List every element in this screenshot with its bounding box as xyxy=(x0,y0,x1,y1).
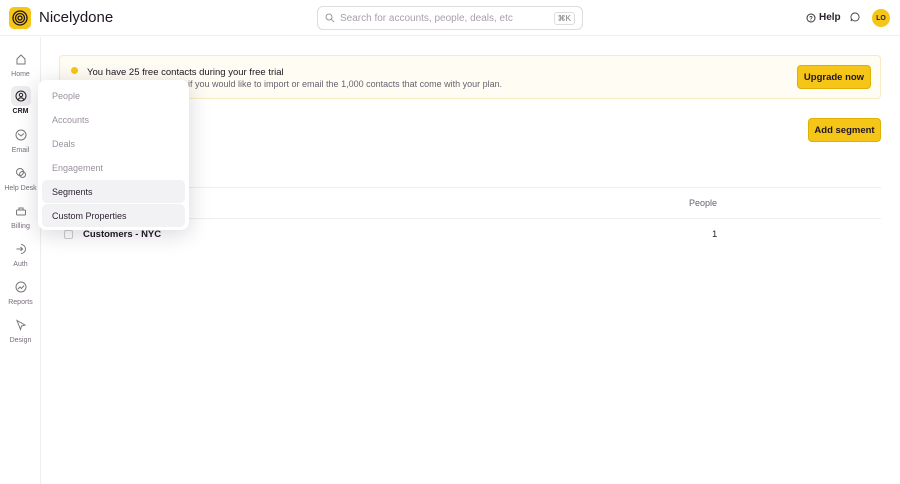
segment-name[interactable]: Customers - NYC xyxy=(83,229,161,240)
warning-dot-icon xyxy=(71,67,78,74)
banner-text: w if you would like to import or email t… xyxy=(179,79,503,89)
login-icon xyxy=(11,239,31,259)
menu-item-custom-properties[interactable]: Custom Properties xyxy=(42,204,185,227)
sidebar-item-reports[interactable]: Reports xyxy=(0,277,41,306)
search-icon xyxy=(325,13,335,23)
sidebar-item-label: Auth xyxy=(13,261,28,268)
email-icon xyxy=(11,125,31,145)
upgrade-now-button[interactable]: Upgrade now xyxy=(797,65,871,89)
sidebar-item-home[interactable]: Home xyxy=(0,49,41,78)
menu-item-segments[interactable]: Segments xyxy=(42,180,185,203)
search-input[interactable] xyxy=(340,12,550,24)
menu-item-accounts[interactable]: Accounts xyxy=(42,108,185,131)
sidebar-item-label: Design xyxy=(9,337,32,344)
sidebar-item-label: CRM xyxy=(12,108,29,115)
chat-bubbles-icon xyxy=(11,163,31,183)
app-title: Nicelydone xyxy=(39,9,114,26)
sidebar-item-billing[interactable]: Billing xyxy=(0,201,41,230)
chat-icon[interactable] xyxy=(850,12,860,22)
help-icon: ? xyxy=(806,13,816,22)
menu-item-people[interactable]: People xyxy=(42,84,185,107)
help-label: Help xyxy=(819,12,841,23)
chart-icon xyxy=(11,277,31,297)
svg-text:?: ? xyxy=(809,16,813,22)
column-header-people[interactable]: People xyxy=(689,198,717,208)
menu-item-engagement[interactable]: Engagement xyxy=(42,156,185,179)
help-button[interactable]: ? Help xyxy=(806,12,841,23)
sidebar-item-label: Help Desk xyxy=(4,185,37,192)
crm-dropdown-menu: People Accounts Deals Engagement Segment… xyxy=(38,80,189,230)
home-icon xyxy=(11,49,31,69)
sidebar-item-label: Email xyxy=(11,147,30,154)
cursor-icon xyxy=(11,315,31,335)
top-bar: Nicelydone ⌘K ? Help LO xyxy=(0,0,900,36)
banner-title: You have 25 free contacts during your fr… xyxy=(87,67,284,78)
people-count: 1 xyxy=(712,229,718,240)
add-segment-button[interactable]: Add segment xyxy=(808,118,881,142)
sidebar-item-design[interactable]: Design xyxy=(0,315,41,344)
sidebar-item-label: Home xyxy=(11,71,30,78)
sidebar-item-email[interactable]: Email xyxy=(0,125,41,154)
search-box[interactable]: ⌘K xyxy=(317,6,583,30)
sidebar: Home CRM Email Help Desk Billing Auth Re… xyxy=(0,37,41,484)
sidebar-item-crm[interactable]: CRM xyxy=(0,86,41,115)
billing-icon xyxy=(11,201,31,221)
user-circle-icon xyxy=(10,86,31,106)
sidebar-item-auth[interactable]: Auth xyxy=(0,239,41,268)
avatar[interactable]: LO xyxy=(872,9,890,27)
logo-icon[interactable] xyxy=(9,7,31,29)
shortcut-badge: ⌘K xyxy=(553,12,575,25)
sidebar-item-label: Billing xyxy=(11,223,30,230)
sidebar-item-label: Reports xyxy=(8,299,33,306)
sidebar-item-help-desk[interactable]: Help Desk xyxy=(0,163,41,192)
row-checkbox[interactable] xyxy=(64,230,73,239)
menu-item-deals[interactable]: Deals xyxy=(42,132,185,155)
